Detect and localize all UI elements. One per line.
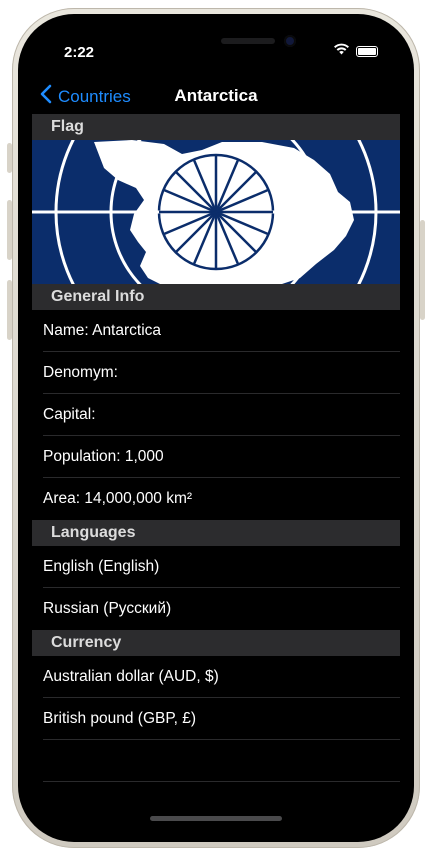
volume-up-button	[7, 200, 12, 260]
info-row-name: Name: Antarctica	[43, 322, 162, 339]
section-header-general-info: General Info	[32, 284, 400, 310]
currency-row: Australian dollar (AUD, $)	[43, 668, 219, 685]
flag-image	[32, 140, 400, 284]
home-indicator[interactable]	[150, 816, 282, 821]
screen: 2:22 Countries Antarctica Flag General I…	[32, 30, 400, 826]
info-row-capital: Capital:	[43, 406, 96, 423]
info-row-population: Population: 1,000	[43, 448, 164, 465]
info-row-denonym: Denomym:	[43, 364, 118, 381]
wifi-icon	[333, 42, 350, 60]
navigation-bar: Countries Antarctica	[32, 78, 400, 114]
status-icons	[333, 42, 378, 60]
battery-icon	[356, 45, 378, 57]
mute-switch	[7, 143, 12, 173]
info-row-area: Area: 14,000,000 km²	[43, 490, 193, 507]
status-time: 2:22	[64, 44, 95, 61]
section-header-currency: Currency	[32, 630, 400, 656]
volume-down-button	[7, 280, 12, 340]
page-title: Antarctica	[174, 86, 258, 105]
row-separator	[43, 781, 400, 782]
currency-row: British pound (GBP, £)	[43, 710, 197, 727]
speaker-grille	[221, 38, 275, 44]
front-camera	[284, 35, 296, 47]
notch	[174, 30, 322, 60]
section-header-flag: Flag	[32, 114, 400, 140]
language-row: Russian (Русский)	[43, 600, 172, 617]
language-row: English (English)	[43, 558, 160, 575]
power-button	[420, 220, 425, 320]
section-header-languages: Languages	[32, 520, 400, 546]
row-separator	[43, 739, 400, 740]
